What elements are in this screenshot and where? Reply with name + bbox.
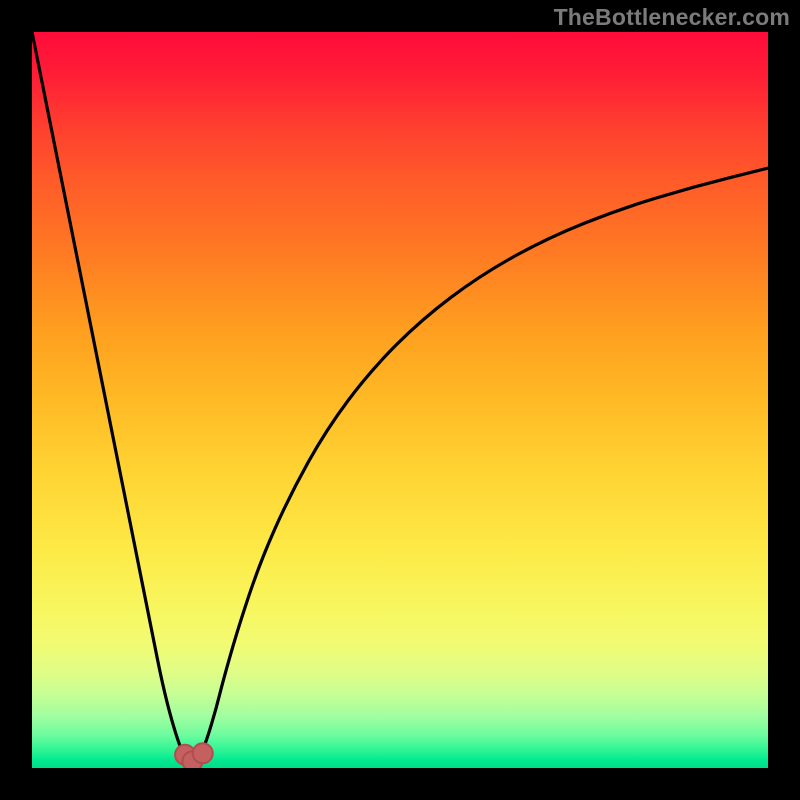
valley-markers (175, 743, 213, 768)
valley-marker (193, 743, 213, 763)
watermark-text: TheBottlenecker.com (554, 4, 790, 31)
curve-svg (32, 32, 768, 768)
outer-frame: TheBottlenecker.com (0, 0, 800, 800)
bottleneck-curve (32, 32, 768, 761)
plot-area (32, 32, 768, 768)
